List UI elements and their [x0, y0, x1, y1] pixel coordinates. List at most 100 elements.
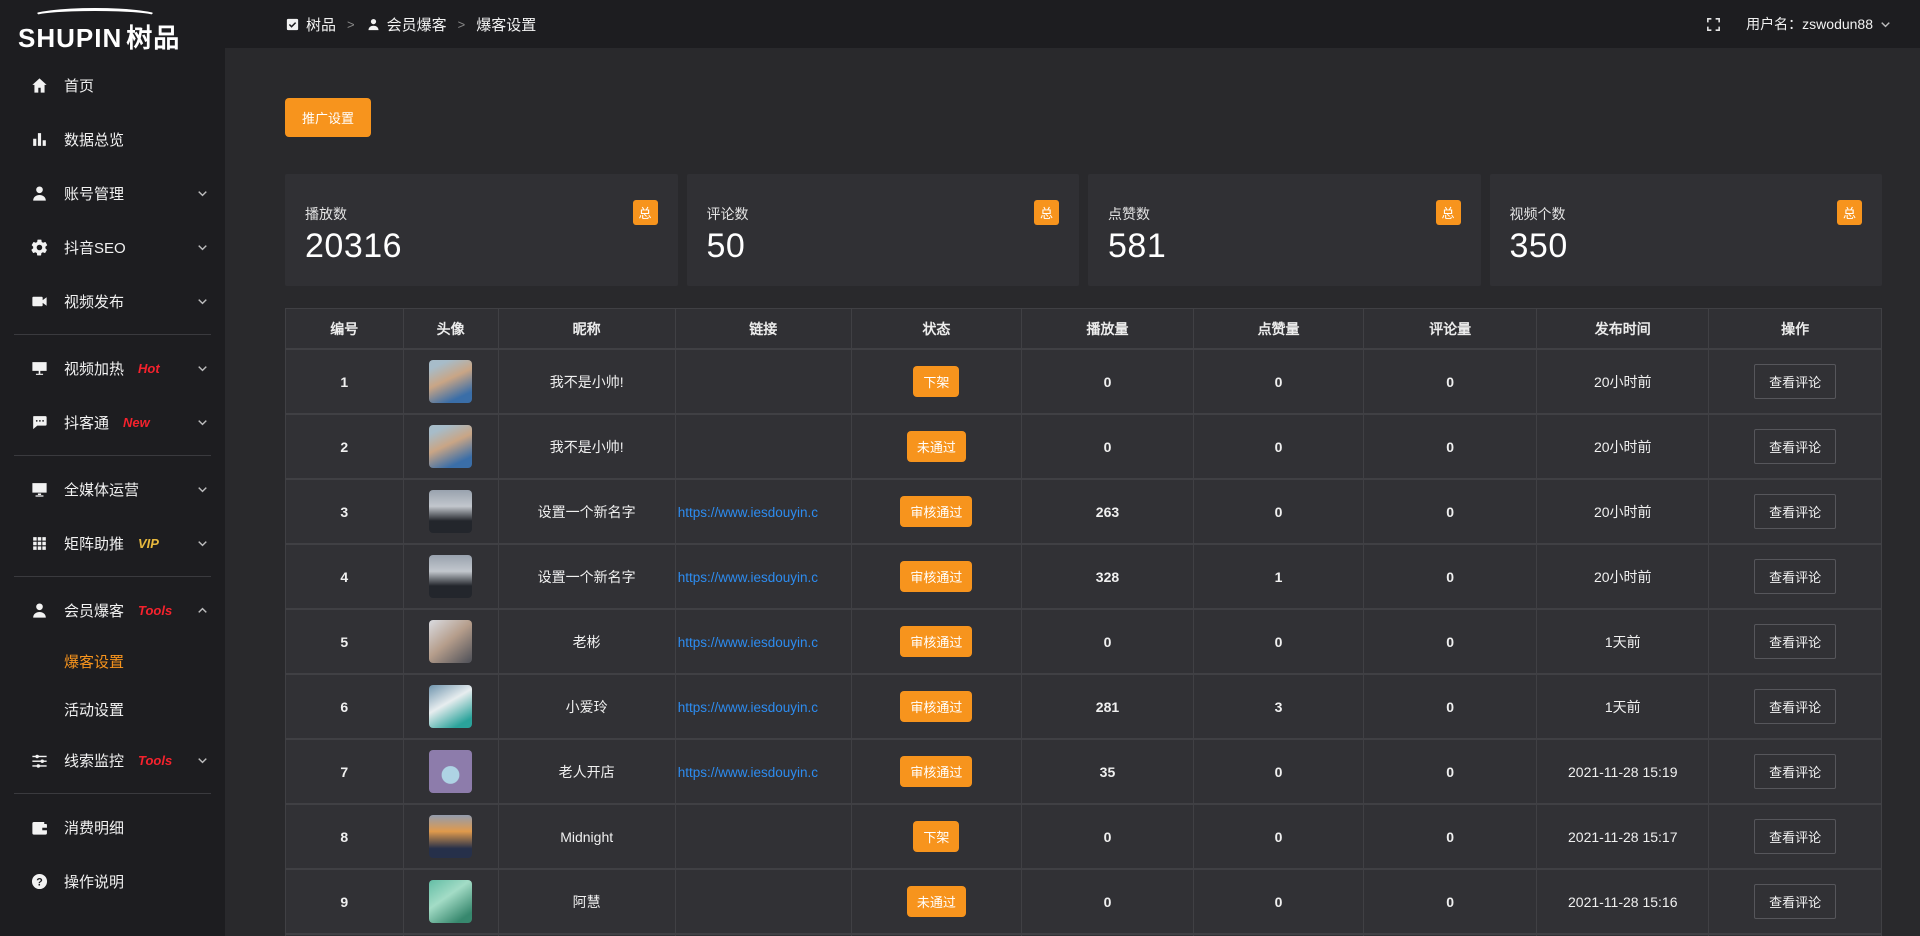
cell-avatar	[403, 609, 498, 674]
column-header-状态: 状态	[851, 309, 1021, 349]
cell-plays: 281	[1021, 674, 1193, 739]
table-row: 5老彬https://www.iesdouyin.c审核通过0001天前查看评论	[286, 609, 1881, 674]
cell-id: 8	[286, 804, 403, 869]
sidebar-item-会员爆客[interactable]: 会员爆客Tools	[0, 583, 225, 637]
column-header-评论量: 评论量	[1364, 309, 1537, 349]
view-comments-button[interactable]: 查看评论	[1754, 494, 1836, 529]
cell-status: 下架	[851, 349, 1021, 414]
sidebar-item-首页[interactable]: 首页	[0, 58, 225, 112]
sidebar-item-label: 全媒体运营	[64, 479, 139, 500]
cell-avatar	[403, 869, 498, 934]
stat-card-label: 播放数	[305, 204, 658, 224]
sidebar-item-tag: Hot	[138, 361, 160, 376]
stat-card-value: 50	[707, 227, 1060, 266]
sidebar-item-全媒体运营[interactable]: 全媒体运营	[0, 462, 225, 516]
cell-comments: 0	[1364, 869, 1537, 934]
sidebar-item-视频加热[interactable]: 视频加热Hot	[0, 341, 225, 395]
column-header-播放量: 播放量	[1021, 309, 1193, 349]
sidebar-item-数据总览[interactable]: 数据总览	[0, 112, 225, 166]
sliders-icon	[30, 751, 49, 770]
view-comments-button[interactable]: 查看评论	[1754, 364, 1836, 399]
sidebar-item-label: 会员爆客	[64, 600, 124, 621]
stat-card-value: 350	[1510, 227, 1863, 266]
cell-comments: 0	[1364, 609, 1537, 674]
sidebar-item-矩阵助推[interactable]: 矩阵助推VIP	[0, 516, 225, 570]
sidebar-subitem-活动设置[interactable]: 活动设置	[0, 685, 225, 733]
view-comments-button[interactable]: 查看评论	[1754, 429, 1836, 464]
stat-card-label: 点赞数	[1108, 204, 1461, 224]
status-badge: 审核通过	[900, 756, 972, 787]
cell-nickname: Midnight	[498, 804, 675, 869]
breadcrumb-item-会员爆客[interactable]: 会员爆客	[366, 14, 447, 35]
cell-nickname: 小爱玲	[498, 674, 675, 739]
username-label: 用户名：zswodun88	[1746, 14, 1873, 34]
cell-link: https://www.iesdouyin.c	[675, 544, 851, 609]
view-comments-button[interactable]: 查看评论	[1754, 559, 1836, 594]
fullscreen-icon[interactable]	[1705, 16, 1722, 33]
table-row: 2我不是小帅!未通过00020小时前查看评论	[286, 414, 1881, 479]
breadcrumb-item-树品[interactable]: 树品	[285, 14, 336, 35]
cell-id: 9	[286, 869, 403, 934]
cell-nickname: 老彬	[498, 609, 675, 674]
table-row: 3设置一个新名字https://www.iesdouyin.c审核通过26300…	[286, 479, 1881, 544]
screen-heat-icon	[30, 359, 49, 378]
avatar	[429, 425, 472, 468]
question-icon: ?	[30, 872, 49, 891]
cell-action: 查看评论	[1709, 804, 1881, 869]
sidebar-item-账号管理[interactable]: 账号管理	[0, 166, 225, 220]
cell-avatar	[403, 804, 498, 869]
cell-publish-time: 20小时前	[1537, 414, 1709, 479]
video-link[interactable]: https://www.iesdouyin.c	[678, 635, 818, 650]
view-comments-button[interactable]: 查看评论	[1754, 624, 1836, 659]
video-link[interactable]: https://www.iesdouyin.c	[678, 505, 818, 520]
table-row: 1我不是小帅!下架00020小时前查看评论	[286, 349, 1881, 414]
cell-link	[675, 414, 851, 479]
view-comments-button[interactable]: 查看评论	[1754, 884, 1836, 919]
cell-plays: 263	[1021, 479, 1193, 544]
breadcrumb-label: 会员爆客	[387, 14, 447, 35]
member-icon	[30, 601, 49, 620]
cell-likes: 0	[1194, 609, 1364, 674]
sidebar-item-label: 线索监控	[64, 750, 124, 771]
cell-likes: 3	[1194, 674, 1364, 739]
sidebar-item-label: 视频发布	[64, 291, 124, 312]
video-link[interactable]: https://www.iesdouyin.c	[678, 570, 818, 585]
grid-icon	[30, 534, 49, 553]
promo-settings-button[interactable]: 推广设置	[285, 98, 371, 137]
cell-status: 审核通过	[851, 739, 1021, 804]
cell-plays: 35	[1021, 739, 1193, 804]
chevron-down-icon	[1879, 18, 1892, 31]
sidebar-item-视频发布[interactable]: 视频发布	[0, 274, 225, 328]
user-icon	[366, 17, 381, 32]
video-link[interactable]: https://www.iesdouyin.c	[678, 700, 818, 715]
page-content: 推广设置 播放数20316总评论数50总点赞数581总视频个数350总 编号头像…	[225, 48, 1920, 936]
cell-avatar	[403, 349, 498, 414]
user-menu[interactable]: 用户名：zswodun88	[1746, 14, 1892, 34]
sidebar-item-抖音SEO[interactable]: 抖音SEO	[0, 220, 225, 274]
cell-link	[675, 804, 851, 869]
logo-arc-decoration	[32, 8, 158, 24]
cell-id: 2	[286, 414, 403, 479]
app-root: SHUPIN 树品 首页数据总览账号管理抖音SEO 视频发布视频加热Hot抖客通Ne…	[0, 0, 1920, 936]
status-badge: 审核通过	[900, 691, 972, 722]
chevron-down-icon	[196, 362, 209, 375]
status-badge: 审核通过	[900, 561, 972, 592]
breadcrumb-item-爆客设置[interactable]: 爆客设置	[476, 14, 536, 35]
cell-nickname: 设置一个新名字	[498, 479, 675, 544]
sidebar-item-操作说明[interactable]: ?操作说明	[0, 854, 225, 908]
cell-status: 未通过	[851, 414, 1021, 479]
gear-icon	[30, 238, 49, 257]
view-comments-button[interactable]: 查看评论	[1754, 819, 1836, 854]
stat-cards: 播放数20316总评论数50总点赞数581总视频个数350总	[285, 174, 1882, 286]
avatar	[429, 685, 472, 728]
sidebar-item-线索监控[interactable]: 线索监控Tools	[0, 733, 225, 787]
cell-publish-time: 2021-11-28 15:17	[1537, 804, 1709, 869]
video-link[interactable]: https://www.iesdouyin.c	[678, 765, 818, 780]
sidebar-item-消费明细[interactable]: 消费明细	[0, 800, 225, 854]
view-comments-button[interactable]: 查看评论	[1754, 754, 1836, 789]
stat-card-value: 20316	[305, 227, 658, 266]
sidebar-subitem-爆客设置[interactable]: 爆客设置	[0, 637, 225, 685]
view-comments-button[interactable]: 查看评论	[1754, 689, 1836, 724]
sidebar-item-抖客通[interactable]: 抖客通New	[0, 395, 225, 449]
logo-text-en: SHUPIN	[18, 23, 122, 53]
